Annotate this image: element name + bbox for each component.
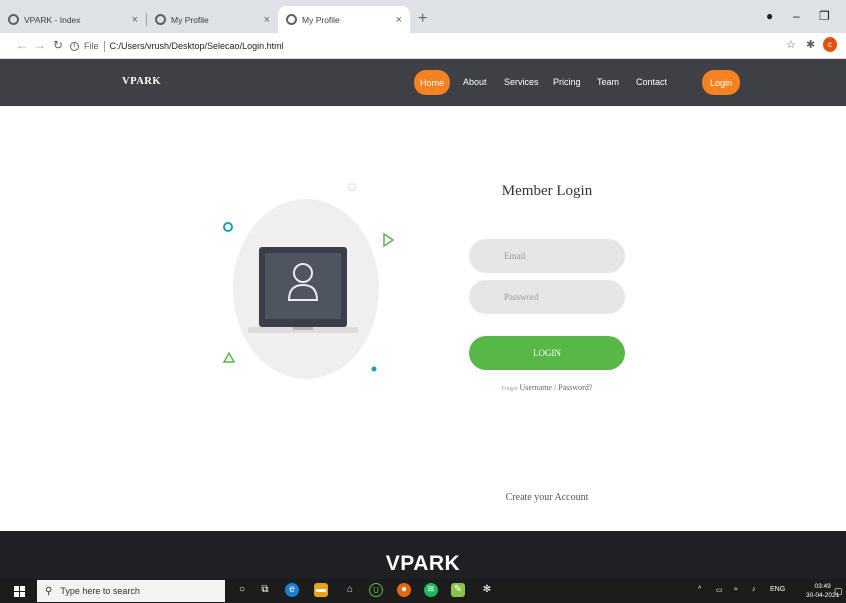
nav-contact[interactable]: Contact: [636, 77, 667, 87]
browser-tab-my-profile[interactable]: My Profile ×: [147, 6, 278, 33]
nav-services[interactable]: Services: [504, 77, 539, 87]
forgot-link[interactable]: Username / Password?: [520, 383, 593, 392]
tab-title: My Profile: [171, 14, 209, 25]
profile-avatar[interactable]: c: [823, 37, 837, 52]
create-account-link[interactable]: Create your Account: [469, 492, 625, 503]
browser-tab-strip: VPARK - Index × My Profile × My Profile …: [0, 0, 846, 33]
volume-icon[interactable]: ♪: [752, 586, 756, 593]
notification-center-icon[interactable]: ▢: [834, 586, 843, 597]
new-tab-button[interactable]: +: [418, 10, 427, 28]
nav-login-button[interactable]: Login: [702, 70, 740, 95]
info-icon[interactable]: i: [70, 41, 79, 51]
windows-start-icon[interactable]: [14, 586, 25, 597]
nav-about[interactable]: About: [463, 77, 487, 87]
tab-title: VPARK - Index: [24, 14, 81, 25]
taskbar-search[interactable]: ⚲ Type here to search: [37, 580, 225, 602]
bookmark-star-icon[interactable]: ☆: [786, 38, 796, 51]
windows-taskbar: ⚲ Type here to search ○ ⧉ e ▬ ⌂ U ● ≋ ✎ …: [0, 579, 846, 603]
url-divider: [103, 40, 105, 52]
back-arrow-icon[interactable]: ←: [16, 38, 28, 52]
site-footer: VPARK: [0, 531, 846, 579]
search-placeholder: Type here to search: [60, 586, 140, 596]
square-deco-icon: [348, 183, 356, 191]
globe-icon: [8, 14, 19, 25]
search-icon: ⚲: [45, 585, 53, 597]
circle-deco-icon: [223, 222, 233, 232]
spotify-icon[interactable]: ≋: [424, 583, 438, 597]
play-triangle-deco-icon: [383, 232, 395, 248]
browser-tab-vpark-index[interactable]: VPARK - Index ×: [0, 6, 146, 33]
password-input[interactable]: [469, 280, 625, 314]
tab-title: My Profile: [302, 14, 340, 25]
restore-icon[interactable]: ❐: [819, 9, 830, 23]
task-view-icon[interactable]: ⧉: [258, 583, 272, 597]
site-brand[interactable]: VPARK: [122, 76, 161, 87]
close-tab-icon[interactable]: ×: [396, 14, 402, 26]
url-scheme: File: [84, 41, 99, 51]
address-input[interactable]: i File C:/Users/vrush/Desktop/Selecao/Lo…: [70, 37, 782, 55]
chrome-icon[interactable]: ●: [397, 583, 411, 597]
laptop-notch-icon: [293, 327, 313, 330]
site-header: VPARK Home About Services Pricing Team C…: [0, 59, 846, 106]
login-submit-button[interactable]: LOGIN: [469, 336, 625, 370]
email-input[interactable]: [469, 239, 625, 273]
tray-chevron-up-icon[interactable]: ^: [698, 586, 701, 593]
chrome-account-icon[interactable]: ●: [766, 9, 773, 23]
globe-icon: [155, 14, 166, 25]
close-tab-icon[interactable]: ×: [264, 14, 270, 26]
globe-icon: [286, 14, 297, 25]
reload-icon[interactable]: ↻: [53, 38, 63, 52]
store-icon[interactable]: ⌂: [343, 583, 357, 597]
settings-gear-icon[interactable]: ✻: [480, 583, 494, 597]
language-indicator[interactable]: ENG: [770, 586, 785, 593]
dot-deco-icon: [371, 366, 377, 372]
nav-pricing[interactable]: Pricing: [553, 77, 581, 87]
notepad-icon[interactable]: ✎: [451, 583, 465, 597]
edge-icon[interactable]: e: [285, 583, 299, 597]
forgot-credentials: Forgot Username / Password?: [469, 383, 625, 392]
forgot-prefix: Forgot: [501, 386, 518, 392]
nav-team[interactable]: Team: [597, 77, 619, 87]
upwork-icon[interactable]: U: [369, 583, 383, 597]
laptop-illustration: [222, 183, 395, 379]
battery-icon[interactable]: ▭: [716, 586, 723, 594]
url-path: C:/Users/vrush/Desktop/Selecao/Login.htm…: [109, 41, 284, 51]
address-bar-row: ← → ↻ i File C:/Users/vrush/Desktop/Sele…: [0, 33, 846, 59]
login-title: Member Login: [501, 183, 593, 199]
triangle-deco-icon: [222, 351, 236, 363]
minimize-icon[interactable]: –: [793, 9, 800, 23]
file-explorer-icon[interactable]: ▬: [314, 583, 328, 597]
browser-tab-active[interactable]: My Profile ×: [278, 6, 410, 33]
nav-home[interactable]: Home: [414, 70, 450, 95]
cortana-icon[interactable]: ○: [235, 583, 249, 597]
extensions-puzzle-icon[interactable]: ✱: [806, 38, 815, 51]
close-tab-icon[interactable]: ×: [132, 14, 138, 26]
wifi-icon[interactable]: ≈: [734, 586, 738, 593]
forward-arrow-icon[interactable]: →: [34, 38, 46, 52]
footer-brand: VPARK: [385, 552, 461, 575]
